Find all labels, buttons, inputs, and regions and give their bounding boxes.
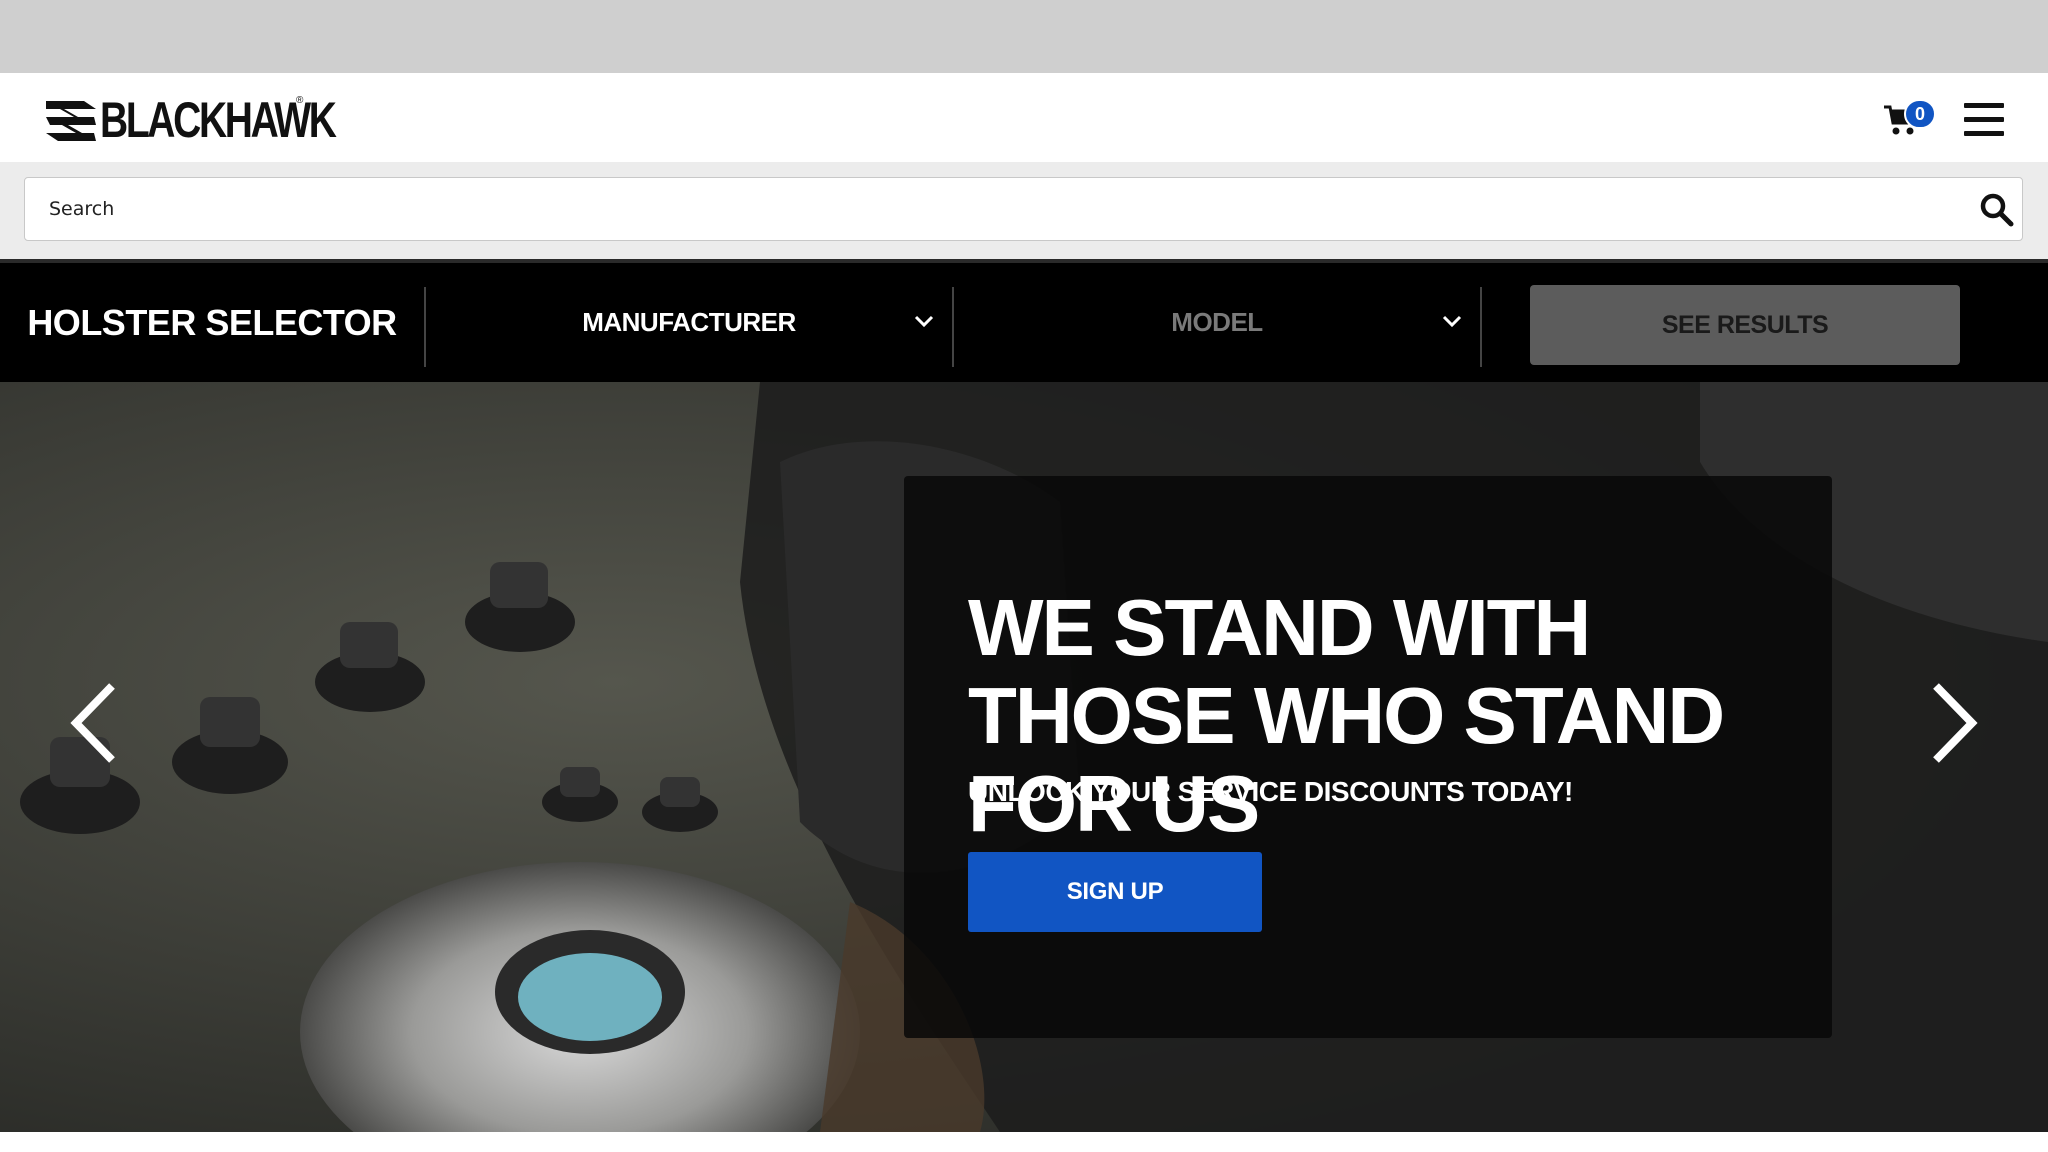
chevron-left-icon[interactable] xyxy=(66,678,126,768)
hero-subheadline: UNLOCK YOUR SERVICE DISCOUNTS TODAY! xyxy=(968,776,1573,807)
holster-selector-bar: HOLSTER SELECTOR MANUFACTURER MODEL SEE … xyxy=(0,259,2048,382)
top-banner xyxy=(0,0,2048,73)
hero-text-panel: WE STAND WITH THOSE WHO STAND FOR US UNL… xyxy=(904,476,1832,1038)
hamburger-menu-icon xyxy=(1964,103,2004,108)
chevron-down-icon xyxy=(1442,315,1462,328)
chevron-down-icon xyxy=(914,315,934,328)
site-header: BLACKHAWK ® 0 xyxy=(0,73,2048,162)
see-results-button[interactable]: SEE RESULTS xyxy=(1530,285,1960,365)
blackhawk-logo-mark-icon xyxy=(46,101,96,141)
page-bottom xyxy=(0,1132,2048,1152)
chevron-right-icon[interactable] xyxy=(1922,678,1982,768)
search-input[interactable] xyxy=(49,178,1949,240)
registered-mark: ® xyxy=(296,95,304,106)
cart-button[interactable]: 0 xyxy=(1880,99,1940,139)
model-dropdown[interactable]: MODEL xyxy=(954,263,1480,382)
sign-up-button[interactable]: SIGN UP xyxy=(968,852,1262,932)
search-icon[interactable] xyxy=(1979,192,2015,228)
divider xyxy=(1480,287,1482,367)
cart-count-badge: 0 xyxy=(1904,99,1936,129)
manufacturer-label: MANUFACTURER xyxy=(582,307,796,337)
menu-button[interactable] xyxy=(1964,101,2006,137)
hero-headline: WE STAND WITH THOSE WHO STAND FOR US xyxy=(968,583,1725,848)
manufacturer-dropdown[interactable]: MANUFACTURER xyxy=(426,263,952,382)
hero-carousel: WE STAND WITH THOSE WHO STAND FOR US UNL… xyxy=(0,382,2048,1132)
brand-logo[interactable]: BLACKHAWK ® xyxy=(44,91,401,149)
search-box xyxy=(24,177,2023,241)
holster-selector-title: HOLSTER SELECTOR xyxy=(27,301,397,343)
search-bar xyxy=(0,162,2048,259)
model-label: MODEL xyxy=(1171,307,1263,337)
